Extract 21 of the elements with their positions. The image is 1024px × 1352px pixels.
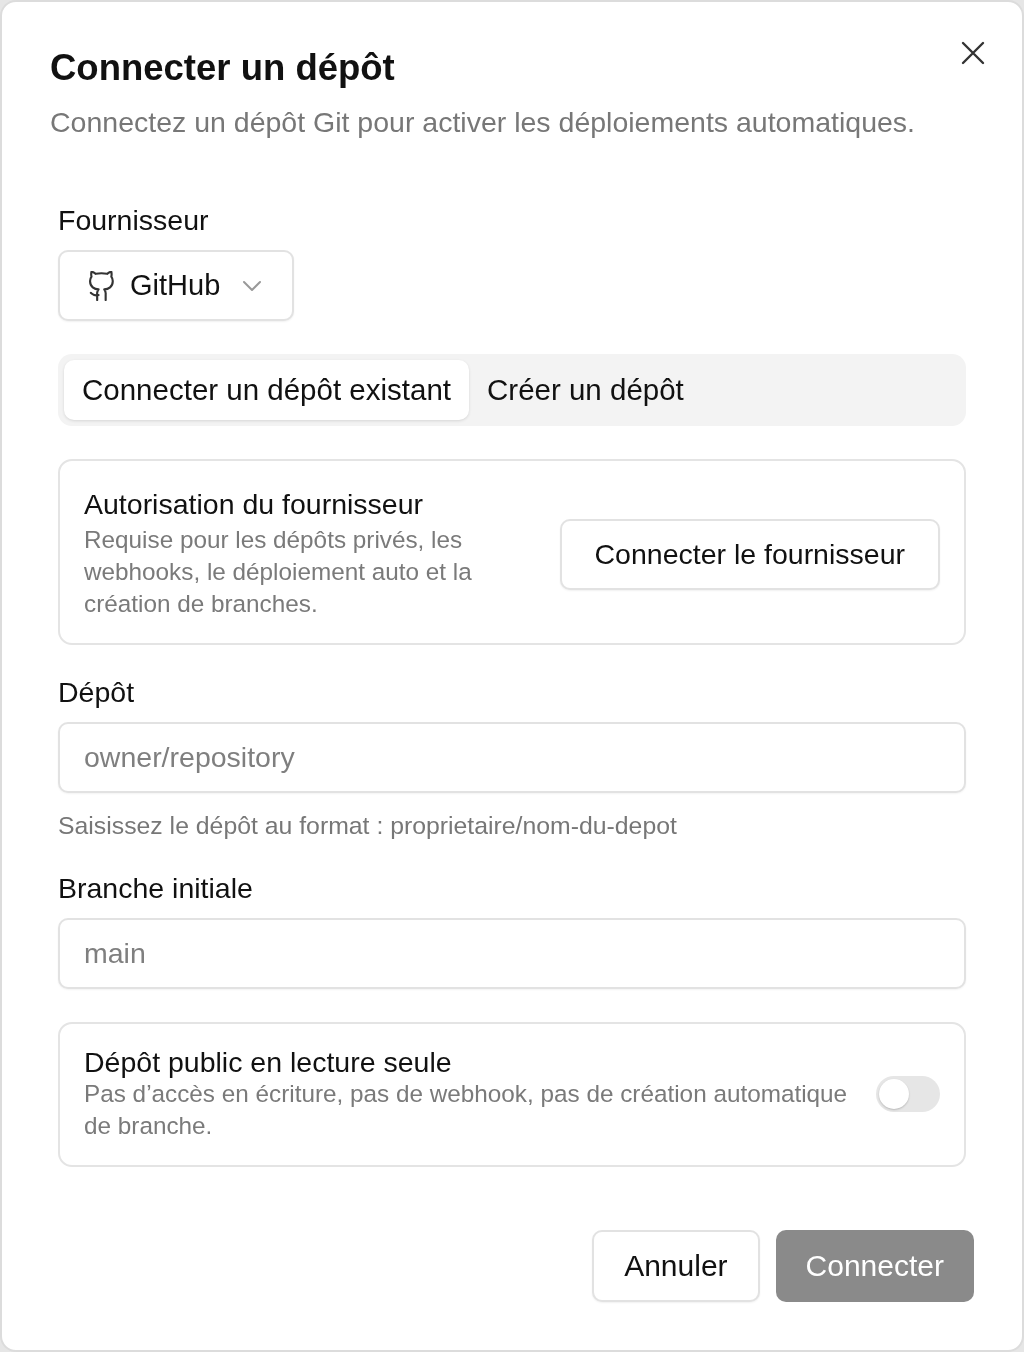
text-input-field[interactable]: main bbox=[58, 918, 966, 989]
dialog-title: Connecter un dépôt bbox=[50, 48, 395, 88]
close-icon[interactable] bbox=[960, 40, 986, 66]
card-title: Dépôt public en lecture seule bbox=[84, 1046, 453, 1078]
card-description: Pas d’accès en écriture, pas de webhook, pas de création automatique de branche. bbox=[84, 1079, 849, 1141]
chevron-down-icon bbox=[242, 279, 263, 292]
field-label: Branche initiale bbox=[58, 872, 253, 904]
card-description: Requise pour les dépôts privés, les webhooks, le déploiement auto et la création de branches. bbox=[84, 525, 473, 619]
text-input-field[interactable]: owner/repository bbox=[58, 722, 966, 793]
card-title: Autorisation du fournisseur bbox=[84, 488, 425, 520]
field-label: Fournisseur bbox=[58, 204, 209, 236]
tab[interactable]: Connecter un dépôt existant bbox=[64, 360, 469, 420]
provider-select[interactable]: GitHub bbox=[58, 250, 295, 321]
help-text: Saisissez le dépôt au format : proprietaire/nom-du-depot bbox=[58, 812, 677, 840]
tab[interactable]: Créer un dépôt bbox=[469, 360, 702, 420]
toggle-switch[interactable] bbox=[876, 1076, 940, 1112]
cancel-button[interactable]: Annuler bbox=[592, 1230, 760, 1302]
connect-provider-button[interactable]: Connecter le fournisseur bbox=[559, 518, 940, 590]
dialog-subtitle: Connectez un dépôt Git pour activer les déploiements automatiques. bbox=[50, 106, 915, 138]
cat-logo-icon bbox=[86, 270, 114, 301]
field-label: Dépôt bbox=[58, 676, 135, 708]
